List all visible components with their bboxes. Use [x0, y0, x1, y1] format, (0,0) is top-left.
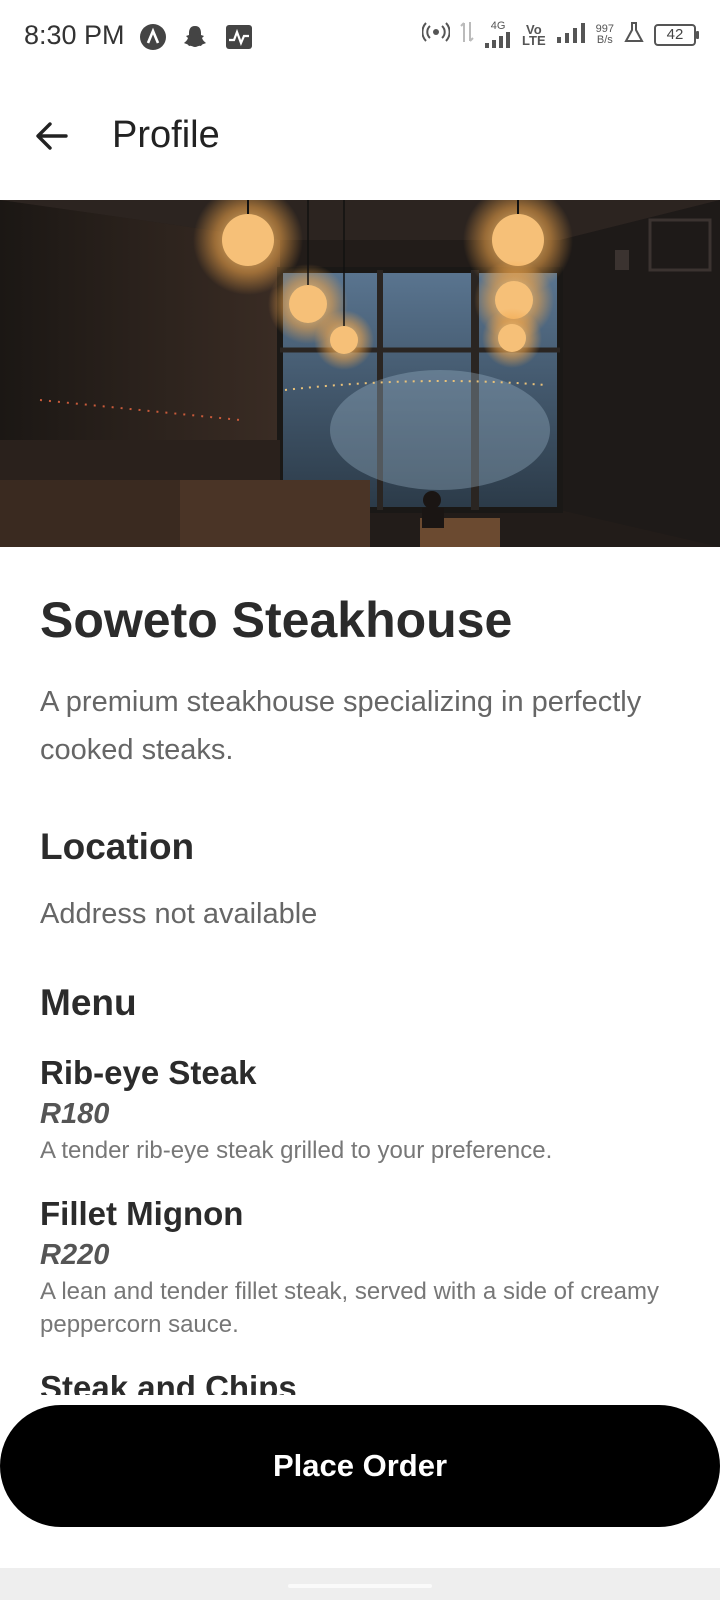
menu-item-name: Rib-eye Steak — [40, 1054, 257, 1091]
menu-item-name: Fillet Mignon — [40, 1195, 244, 1232]
activity-icon — [224, 22, 254, 52]
page-title: Profile — [112, 114, 220, 156]
menu-item-description: A lean and tender fillet steak, served w… — [40, 1278, 659, 1338]
a-circle-icon — [138, 22, 168, 52]
battery-icon: 42 — [654, 23, 699, 46]
hotspot-icon — [421, 20, 451, 49]
menu-item-price: R220 — [40, 1239, 110, 1271]
status-time: 8:30 PM — [24, 20, 125, 50]
signal-4g: 4G — [484, 21, 512, 48]
network-speed: 997 B/s — [595, 22, 614, 46]
menu-item-price: R180 — [40, 1098, 110, 1130]
restaurant-description: A premium steakhouse specializing in per… — [40, 686, 642, 766]
app-bar: Profile — [0, 80, 720, 196]
back-button[interactable] — [28, 112, 76, 160]
menu-item: Fillet Mignon R220 A lean and tender fil… — [40, 1193, 680, 1341]
signal-bars-icon — [485, 32, 511, 48]
place-order-button[interactable]: Place Order — [0, 1405, 720, 1527]
menu-item-description: A tender rib-eye steak grilled to your p… — [40, 1137, 553, 1164]
location-heading: Location — [40, 826, 195, 867]
menu-list: Rib-eye Steak R180 A tender rib-eye stea… — [40, 1052, 680, 1435]
location-address: Address not available — [40, 898, 318, 930]
signal-bars-icon — [556, 21, 586, 48]
arrow-left-icon — [36, 122, 68, 150]
restaurant-photo — [0, 200, 720, 547]
system-nav-bar — [0, 1568, 720, 1600]
home-gesture-handle[interactable] — [288, 1584, 432, 1588]
flask-icon — [624, 21, 644, 48]
menu-item: Rib-eye Steak R180 A tender rib-eye stea… — [40, 1052, 680, 1167]
restaurant-details: Soweto Steakhouse A premium steakhouse s… — [40, 590, 680, 1406]
menu-heading: Menu — [40, 982, 137, 1023]
status-bar: 8:30 PM 4G Vo LTE 997 B/s 42 — [0, 0, 720, 72]
snapchat-icon — [180, 22, 210, 52]
volte-indicator: Vo LTE — [522, 21, 546, 48]
data-arrows-icon — [460, 20, 474, 49]
restaurant-name: Soweto Steakhouse — [40, 592, 513, 648]
